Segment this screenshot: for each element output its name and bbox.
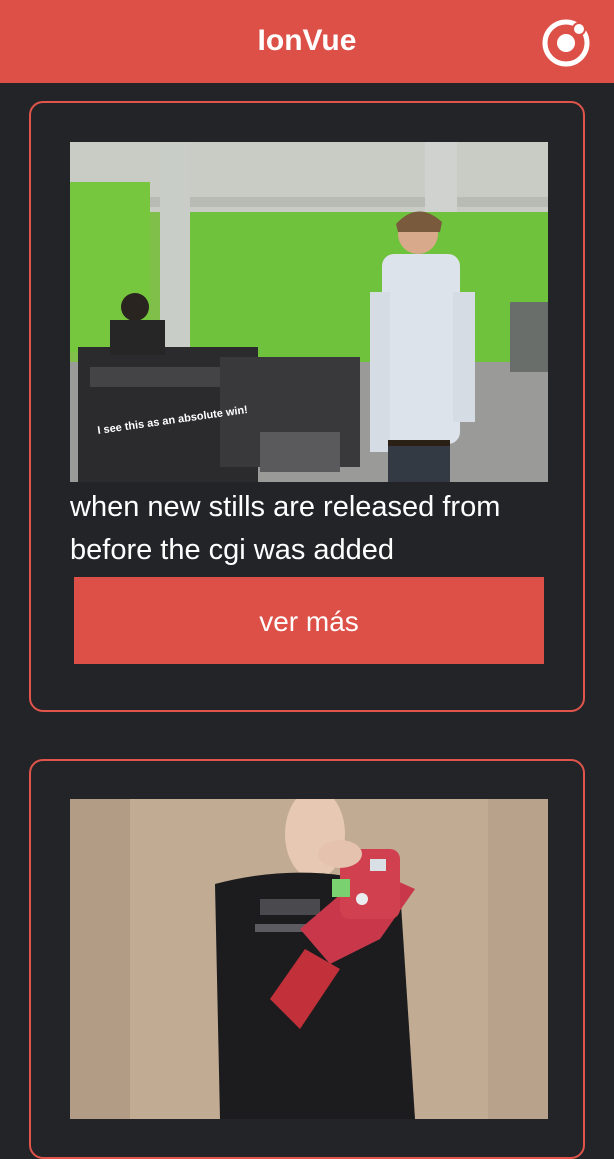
meme-image: [70, 799, 548, 1119]
app-title: IonVue: [257, 24, 357, 57]
meme-card: [29, 759, 585, 1159]
meme-card: I see this as an absolute win! when new …: [29, 101, 585, 712]
ver-mas-button[interactable]: ver más: [74, 577, 544, 664]
meme-image: I see this as an absolute win!: [70, 142, 548, 482]
card-description: when new stills are released from before…: [70, 491, 501, 566]
app-toolbar: IonVue: [0, 0, 614, 83]
ionic-logo-icon[interactable]: [541, 18, 591, 68]
